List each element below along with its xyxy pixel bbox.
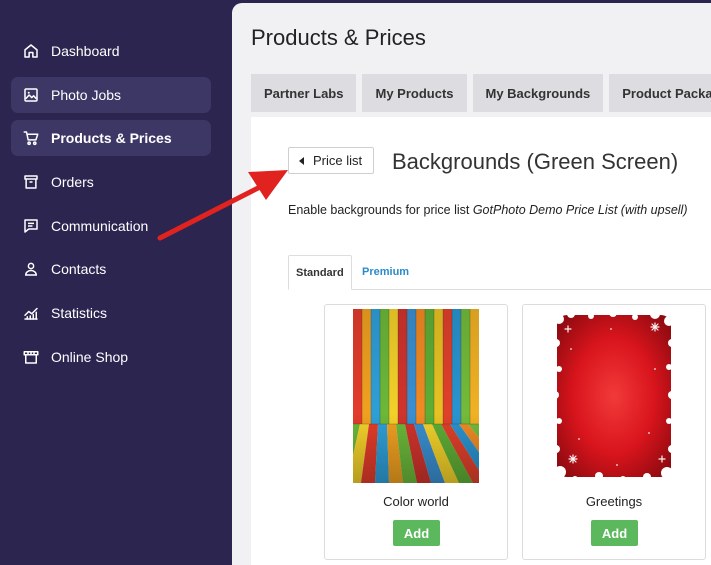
chart-icon (22, 304, 40, 322)
tab-product-packages[interactable]: Product Packages (609, 74, 711, 112)
sidebar-item-label: Photo Jobs (51, 86, 122, 103)
enable-prefix: Enable backgrounds for price list (288, 203, 473, 217)
sidebar-item-contacts[interactable]: Contacts (11, 251, 211, 287)
sidebar-item-label: Communication (51, 217, 149, 234)
subtab-premium[interactable]: Premium (355, 255, 416, 288)
box-icon (22, 173, 40, 191)
main-tabs: Partner Labs My Products My Backgrounds … (251, 74, 711, 112)
sidebar-item-photo-jobs[interactable]: Photo Jobs (11, 76, 211, 113)
background-thumbnail (353, 309, 479, 483)
sidebar-item-label: Products & Prices (51, 130, 172, 147)
sidebar-item-label: Statistics (51, 305, 108, 322)
add-background-button[interactable]: Add (591, 520, 638, 546)
sidebar-item-label: Contacts (51, 261, 107, 278)
caret-left-icon (299, 156, 304, 165)
background-name: Color world (383, 494, 449, 509)
page-title: Products & Prices (251, 25, 426, 50)
sidebar-item-label: Orders (51, 174, 94, 191)
background-thumbnail (551, 309, 677, 483)
cart-icon (22, 129, 40, 147)
store-icon (22, 348, 40, 366)
sidebar-nav: Dashboard Photo Jobs Products & Prices O… (11, 33, 211, 383)
sidebar-item-orders[interactable]: Orders (11, 164, 211, 200)
background-card-color-world: Color world Add (324, 304, 508, 560)
subtab-standard[interactable]: Standard (288, 255, 352, 290)
sidebar-item-products-prices[interactable]: Products & Prices (11, 120, 211, 157)
sidebar-item-online-shop[interactable]: Online Shop (11, 339, 211, 375)
add-background-button[interactable]: Add (393, 520, 440, 546)
home-icon (22, 42, 40, 60)
image-icon (22, 86, 40, 104)
sidebar-item-dashboard[interactable]: Dashboard (11, 33, 211, 69)
back-to-price-list-button[interactable]: Price list (288, 147, 375, 174)
section-title: Backgrounds (Green Screen) (392, 149, 679, 174)
message-icon (22, 217, 40, 235)
sidebar-item-statistics[interactable]: Statistics (11, 295, 211, 331)
tab-partner-labs[interactable]: Partner Labs (251, 74, 357, 112)
enable-description: Enable backgrounds for price list GotPho… (288, 203, 688, 217)
user-icon (22, 260, 40, 278)
content-panel: Price list Backgrounds (Green Screen) En… (251, 117, 711, 565)
tab-my-products[interactable]: My Products (362, 74, 467, 112)
background-subtabs: Standard Premium (288, 255, 711, 290)
sidebar-item-communication[interactable]: Communication (11, 208, 211, 244)
tab-my-backgrounds[interactable]: My Backgrounds (472, 74, 604, 112)
price-list-name: GotPhoto Demo Price List (with upsell) (472, 203, 688, 217)
back-button-label: Price list (313, 153, 363, 168)
main-content: Products & Prices Partner Labs My Produc… (232, 3, 711, 565)
sidebar-item-label: Online Shop (51, 348, 129, 365)
background-card-greetings: Greetings Add (522, 304, 706, 560)
sidebar-item-label: Dashboard (51, 43, 120, 59)
sidebar: Dashboard Photo Jobs Products & Prices O… (0, 0, 232, 565)
background-name: Greetings (585, 494, 643, 509)
